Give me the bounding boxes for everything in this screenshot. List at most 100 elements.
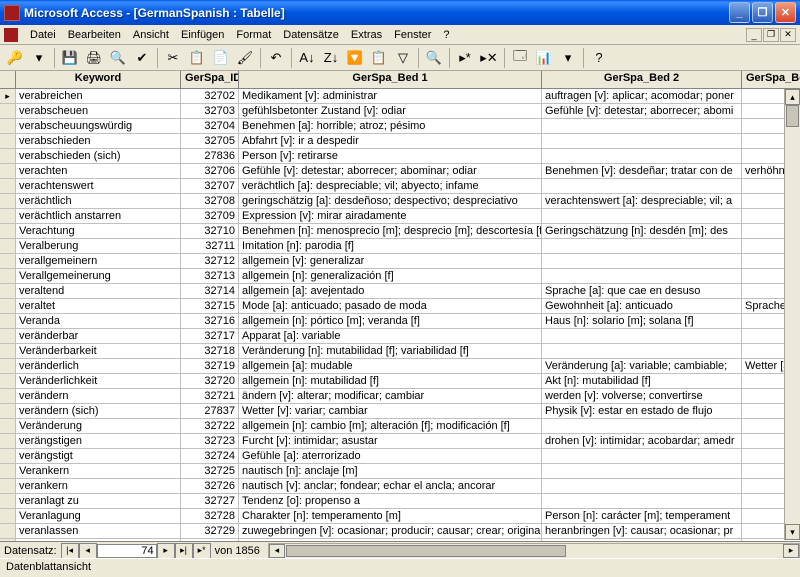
table-row[interactable]: veranlassen32729zuwegebringen [v]: ocasi… [0,524,800,539]
table-row[interactable]: Veranda32716allgemein [n]: pórtico [m]; … [0,314,800,329]
cell-bed1[interactable]: allgemein [a]: avejentado [239,284,542,299]
cell-bed1[interactable]: Mode [a]: anticuado; pasado de moda [239,299,542,314]
cell-bed2[interactable]: auftragen [v]: aplicar; acomodar; poner [542,89,742,104]
scroll-left-icon[interactable]: ◂ [269,544,285,558]
cell-bed1[interactable]: nautisch [v]: anclar; fondear; echar el … [239,479,542,494]
cell-bed2[interactable] [542,209,742,224]
table-row[interactable]: verabscheuen32703gefühlsbetonter Zustand… [0,104,800,119]
cell-bed1[interactable]: allgemein [n]: pórtico [m]; veranda [f] [239,314,542,329]
cell-bed1[interactable]: Gefühle [v]: detestar; aborrecer; abomin… [239,164,542,179]
menu-ansicht[interactable]: Ansicht [127,27,175,43]
cell-id[interactable]: 32707 [181,179,239,194]
row-selector[interactable] [0,449,16,464]
row-selector[interactable] [0,299,16,314]
cell-keyword[interactable]: Veranlagung [16,509,181,524]
cell-bed2[interactable]: werden [v]: volverse; convertirse [542,389,742,404]
cell-bed2[interactable]: Person [n]: carácter [m]; temperament [542,509,742,524]
cell-keyword[interactable]: verankern [16,479,181,494]
cell-keyword[interactable]: verändern [16,389,181,404]
cell-bed2[interactable]: Haus [n]: solario [m]; solana [f] [542,314,742,329]
table-row[interactable]: verängstigt32724Gefühle [a]: aterrorizad… [0,449,800,464]
cell-bed1[interactable]: allgemein [n]: mutabilidad [f] [239,374,542,389]
undo-button[interactable]: ↶ [265,47,287,69]
cell-bed1[interactable]: allgemein [a]: mudable [239,359,542,374]
cell-keyword[interactable]: veranlassen [16,524,181,539]
menu-extras[interactable]: Extras [345,27,388,43]
row-selector[interactable] [0,374,16,389]
db-window-button[interactable]: 🗔 [509,47,531,69]
row-selector[interactable] [0,479,16,494]
new-object-button[interactable]: 📊 [533,47,555,69]
cell-id[interactable]: 32722 [181,419,239,434]
format-painter-button[interactable]: 🖌 [234,47,256,69]
cell-bed2[interactable] [542,149,742,164]
cell-keyword[interactable]: Veralberung [16,239,181,254]
cell-id[interactable]: 32714 [181,284,239,299]
menu-einfügen[interactable]: Einfügen [175,27,230,43]
cell-keyword[interactable]: veraltend [16,284,181,299]
cell-bed2[interactable] [542,464,742,479]
cell-id[interactable]: 27837 [181,404,239,419]
row-selector[interactable] [0,464,16,479]
cell-id[interactable]: 32710 [181,224,239,239]
table-row[interactable]: Verallgemeinerung32713allgemein [n]: gen… [0,269,800,284]
table-row[interactable]: Verankern32725nautisch [n]: anclaje [m] [0,464,800,479]
table-row[interactable]: verabschieden32705Abfahrt [v]: ir a desp… [0,134,800,149]
cell-bed1[interactable]: Veränderung [n]: mutabilidad [f]; variab… [239,344,542,359]
cell-keyword[interactable]: verallgemeinern [16,254,181,269]
cell-bed2[interactable]: Gewohnheit [a]: anticuado [542,299,742,314]
filter-toggle-button[interactable]: ▽ [392,47,414,69]
print-button[interactable]: 🖨 [83,47,105,69]
cell-id[interactable]: 32720 [181,374,239,389]
cell-bed2[interactable]: Veränderung [a]: variable; cambiable; [542,359,742,374]
cell-bed1[interactable]: Benehmen [n]: menosprecio [m]; desprecio… [239,224,542,239]
cell-bed1[interactable]: Person [v]: retirarse [239,149,542,164]
cell-keyword[interactable]: Veränderlichkeit [16,374,181,389]
cell-bed1[interactable]: allgemein [v]: generalizar [239,254,542,269]
cell-bed1[interactable]: verächtlich [a]: despreciable; vil; abye… [239,179,542,194]
table-row[interactable]: verächtlich anstarren32709Expression [v]… [0,209,800,224]
cell-id[interactable]: 32705 [181,134,239,149]
table-row[interactable]: Verachtung32710Benehmen [n]: menosprecio… [0,224,800,239]
select-all-cell[interactable] [0,71,16,88]
col-bed2[interactable]: GerSpa_Bed 2 [542,71,742,88]
cell-bed1[interactable]: geringschätzig [a]: desdeñoso; despectiv… [239,194,542,209]
cell-keyword[interactable]: verängstigt [16,449,181,464]
cell-bed1[interactable]: allgemein [n]: generalización [f] [239,269,542,284]
dropdown-icon[interactable]: ▾ [28,47,50,69]
cell-keyword[interactable]: verächtlich anstarren [16,209,181,224]
sort-asc-button[interactable]: A↓ [296,47,318,69]
filter-selection-button[interactable]: 🔽 [344,47,366,69]
cell-bed2[interactable] [542,479,742,494]
row-selector[interactable] [0,419,16,434]
row-selector[interactable] [0,539,16,541]
row-selector[interactable] [0,524,16,539]
cell-keyword[interactable]: verändern (sich) [16,404,181,419]
cell-keyword[interactable]: Veränderung [16,419,181,434]
table-row[interactable]: veranschaulichen32730illustrieren [v]: i… [0,539,800,541]
new-record-button[interactable]: ▸* [454,47,476,69]
cell-id[interactable]: 32709 [181,209,239,224]
cell-keyword[interactable]: veraltet [16,299,181,314]
col-bed1[interactable]: GerSpa_Bed 1 [239,71,542,88]
cell-bed1[interactable]: Benehmen [a]: horrible; atroz; pésimo [239,119,542,134]
nav-new-button[interactable]: ▸* [193,543,211,559]
cell-keyword[interactable]: veranlagt zu [16,494,181,509]
nav-next-button[interactable]: ▸ [157,543,175,559]
cell-bed2[interactable] [542,539,742,541]
cell-keyword[interactable]: verabscheuungswürdig [16,119,181,134]
table-row[interactable]: verallgemeinern32712allgemein [v]: gener… [0,254,800,269]
cell-bed1[interactable]: Charakter [n]: temperamento [m] [239,509,542,524]
cell-bed2[interactable] [542,419,742,434]
col-bed3[interactable]: GerSpa_Bed 3 [742,71,800,88]
cell-bed1[interactable]: Expression [v]: mirar airadamente [239,209,542,224]
cell-bed1[interactable]: nautisch [n]: anclaje [m] [239,464,542,479]
menu-format[interactable]: Format [230,27,277,43]
row-selector[interactable] [0,164,16,179]
row-selector[interactable] [0,494,16,509]
cell-bed2[interactable] [542,329,742,344]
cell-id[interactable]: 32729 [181,524,239,539]
cell-bed2[interactable]: Gefühle [v]: detestar; aborrecer; abomi [542,104,742,119]
cell-id[interactable]: 32713 [181,269,239,284]
table-row[interactable]: verankern32726nautisch [v]: anclar; fond… [0,479,800,494]
